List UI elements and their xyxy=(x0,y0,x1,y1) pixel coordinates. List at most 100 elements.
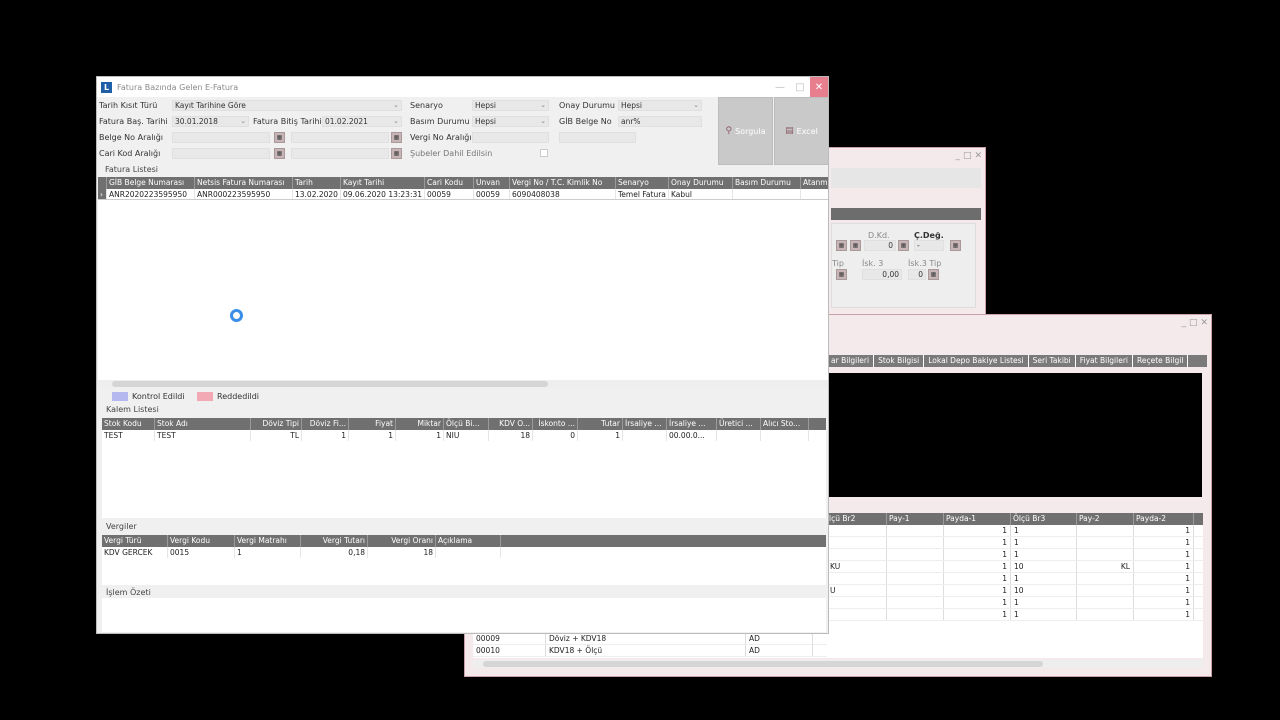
gib-belge-no-field[interactable]: anr% xyxy=(618,116,702,127)
table-row[interactable]: 00010 KDV18 + Ölçü AD xyxy=(473,645,827,657)
horizontal-scrollbar[interactable] xyxy=(98,380,828,388)
column-header[interactable]: Vergi Matrahı xyxy=(235,535,301,547)
column-header[interactable]: Cari Kodu xyxy=(425,177,474,189)
table-cell xyxy=(717,430,761,441)
column-header[interactable]: Açıklama xyxy=(436,535,501,547)
tab-seri-takibi[interactable]: Seri Takibi xyxy=(1029,355,1076,367)
picker-icon[interactable]: ▦ xyxy=(391,132,402,143)
cari-kod-start-field[interactable] xyxy=(172,148,270,159)
fatura-bitis-tarihi-field[interactable]: 01.02.2021 ⌄ xyxy=(322,116,402,127)
picker-icon[interactable]: ▦ xyxy=(898,240,909,251)
column-header[interactable]: Unvan xyxy=(474,177,510,189)
fatura-bas-tarihi-field[interactable]: 30.01.2018 ⌄ xyxy=(172,116,249,127)
column-header[interactable]: Pay-2 xyxy=(1077,513,1134,525)
column-header[interactable]: Atanm xyxy=(801,177,828,189)
tab-fiyat-bilgileri[interactable]: Fiyat Bilgileri xyxy=(1076,355,1133,367)
table-row[interactable]: 111 xyxy=(827,609,1203,621)
column-header[interactable]: Stok Kodu xyxy=(102,418,155,430)
column-header[interactable]: Basım Durumu xyxy=(733,177,801,189)
picker-icon[interactable]: ▦ xyxy=(850,240,861,251)
column-header[interactable]: GİB Belge Numarası xyxy=(107,177,195,189)
column-header[interactable]: Vergi Türü xyxy=(102,535,168,547)
table-row[interactable]: 111 xyxy=(827,537,1203,549)
maximize-icon[interactable]: □ xyxy=(1189,318,1198,328)
column-header[interactable]: Netsis Fatura Numarası xyxy=(195,177,293,189)
column-header[interactable]: Vergi Oranı xyxy=(368,535,436,547)
column-header[interactable]: Miktar xyxy=(396,418,444,430)
column-header[interactable]: İskonto ... xyxy=(533,418,578,430)
column-header[interactable]: İrsaliye ... xyxy=(667,418,717,430)
table-row[interactable]: 111 xyxy=(827,525,1203,537)
table-row[interactable]: 111 xyxy=(827,597,1203,609)
close-icon[interactable]: ✕ xyxy=(1200,318,1208,328)
isk3tip-field[interactable]: 0 xyxy=(908,269,926,280)
column-header[interactable]: Onay Durumu xyxy=(669,177,733,189)
table-row[interactable]: 111 xyxy=(827,573,1203,585)
column-header[interactable]: Vergi Tutarı xyxy=(301,535,368,547)
table-row[interactable]: U 1 10 1 xyxy=(827,585,1203,597)
tab-stok-bilgisi[interactable]: Stok Bilgisi xyxy=(874,355,925,367)
column-header[interactable]: Alıcı Sto... xyxy=(761,418,809,430)
table-row[interactable]: KDV GERCEK 0015 1 0,18 18 xyxy=(102,547,826,558)
column-header[interactable]: Senaryo xyxy=(616,177,669,189)
picker-icon[interactable]: ▦ xyxy=(274,132,285,143)
horizontal-scrollbar[interactable] xyxy=(473,660,1203,668)
senaryo-select[interactable]: Hepsi ⌄ xyxy=(472,100,549,111)
tarih-kisit-turu-select[interactable]: Kayıt Tarihine Göre ⌄ xyxy=(172,100,402,111)
column-header[interactable]: lçü Br2 xyxy=(827,513,887,525)
picker-icon[interactable]: ▦ xyxy=(928,269,939,280)
excel-button[interactable]: ▤ Excel xyxy=(774,97,829,165)
cdeg-field[interactable]: - xyxy=(914,240,944,251)
maximize-icon[interactable]: □ xyxy=(963,151,972,161)
close-icon[interactable]: ✕ xyxy=(810,77,828,97)
basim-durumu-select[interactable]: Hepsi ⌄ xyxy=(472,116,549,127)
isk3-field[interactable]: 0,00 xyxy=(862,269,902,280)
maximize-icon[interactable]: □ xyxy=(790,77,810,97)
minimize-icon[interactable]: — xyxy=(770,77,790,97)
column-header[interactable]: Ölçü Br3 xyxy=(1011,513,1077,525)
tab-ar-bilgileri[interactable]: ar Bilgileri xyxy=(827,355,875,367)
belge-no-end-field[interactable] xyxy=(291,132,389,143)
row-selector-icon[interactable]: › xyxy=(98,189,107,199)
column-header[interactable]: Fiyat xyxy=(349,418,396,430)
column-header[interactable]: Vergi No / T.C. Kimlik No xyxy=(510,177,616,189)
vergi-no-start-field[interactable] xyxy=(472,132,549,143)
picker-icon[interactable]: ▦ xyxy=(836,269,847,280)
subeler-checkbox[interactable] xyxy=(540,149,548,157)
minimize-icon[interactable]: _ xyxy=(955,151,960,161)
column-header[interactable]: Vergi Kodu xyxy=(168,535,235,547)
islem-ozeti-textarea[interactable] xyxy=(102,598,826,632)
dkd-value[interactable]: 0 xyxy=(864,240,896,251)
tab-recete-bilgileri[interactable]: Reçete Bilgil xyxy=(1133,355,1189,367)
column-header[interactable]: Döviz Tipi xyxy=(251,418,302,430)
table-row[interactable]: KU 1 10 KL 1 xyxy=(827,561,1203,573)
column-header[interactable]: Tarih xyxy=(293,177,341,189)
picker-icon[interactable]: ▦ xyxy=(274,148,285,159)
table-row[interactable]: › ANR2020223595950 ANR000223595950 13.02.20… xyxy=(98,189,828,200)
column-header[interactable]: Tutar xyxy=(578,418,623,430)
column-header[interactable]: Payda-2 xyxy=(1134,513,1194,525)
table-row[interactable]: 00009 Döviz + KDV18 AD xyxy=(473,633,827,645)
table-row[interactable]: 111 xyxy=(827,549,1203,561)
minimize-icon[interactable]: _ xyxy=(1181,318,1186,328)
column-header[interactable]: KDV O... xyxy=(489,418,533,430)
close-icon[interactable]: ✕ xyxy=(974,151,982,161)
picker-icon[interactable]: ▦ xyxy=(391,148,402,159)
belge-no-start-field[interactable] xyxy=(172,132,270,143)
table-row[interactable]: TEST TEST TL 1 1 1 NIU 18 0 1 00.00.0... xyxy=(102,430,826,441)
column-header[interactable]: Kayıt Tarihi xyxy=(341,177,425,189)
tab-lokal-depo[interactable]: Lokal Depo Bakiye Listesi xyxy=(924,355,1029,367)
column-header[interactable]: Stok Adı xyxy=(155,418,251,430)
column-header[interactable]: Payda-1 xyxy=(944,513,1011,525)
picker-icon[interactable]: ▦ xyxy=(836,240,847,251)
onay-durumu-select[interactable]: Hepsi ⌄ xyxy=(618,100,702,111)
column-header[interactable]: Üretici ... xyxy=(717,418,761,430)
column-header[interactable]: Ölçü Bi... xyxy=(444,418,489,430)
column-header[interactable]: Döviz Fi... xyxy=(302,418,349,430)
column-header[interactable]: İrsaliye ... xyxy=(623,418,667,430)
picker-icon[interactable]: ▦ xyxy=(950,240,961,251)
column-header[interactable]: Pay-1 xyxy=(887,513,944,525)
vergi-no-end-field[interactable] xyxy=(559,132,636,143)
sorgula-button[interactable]: ⚲ Sorgula xyxy=(718,97,773,165)
cari-kod-end-field[interactable] xyxy=(291,148,389,159)
